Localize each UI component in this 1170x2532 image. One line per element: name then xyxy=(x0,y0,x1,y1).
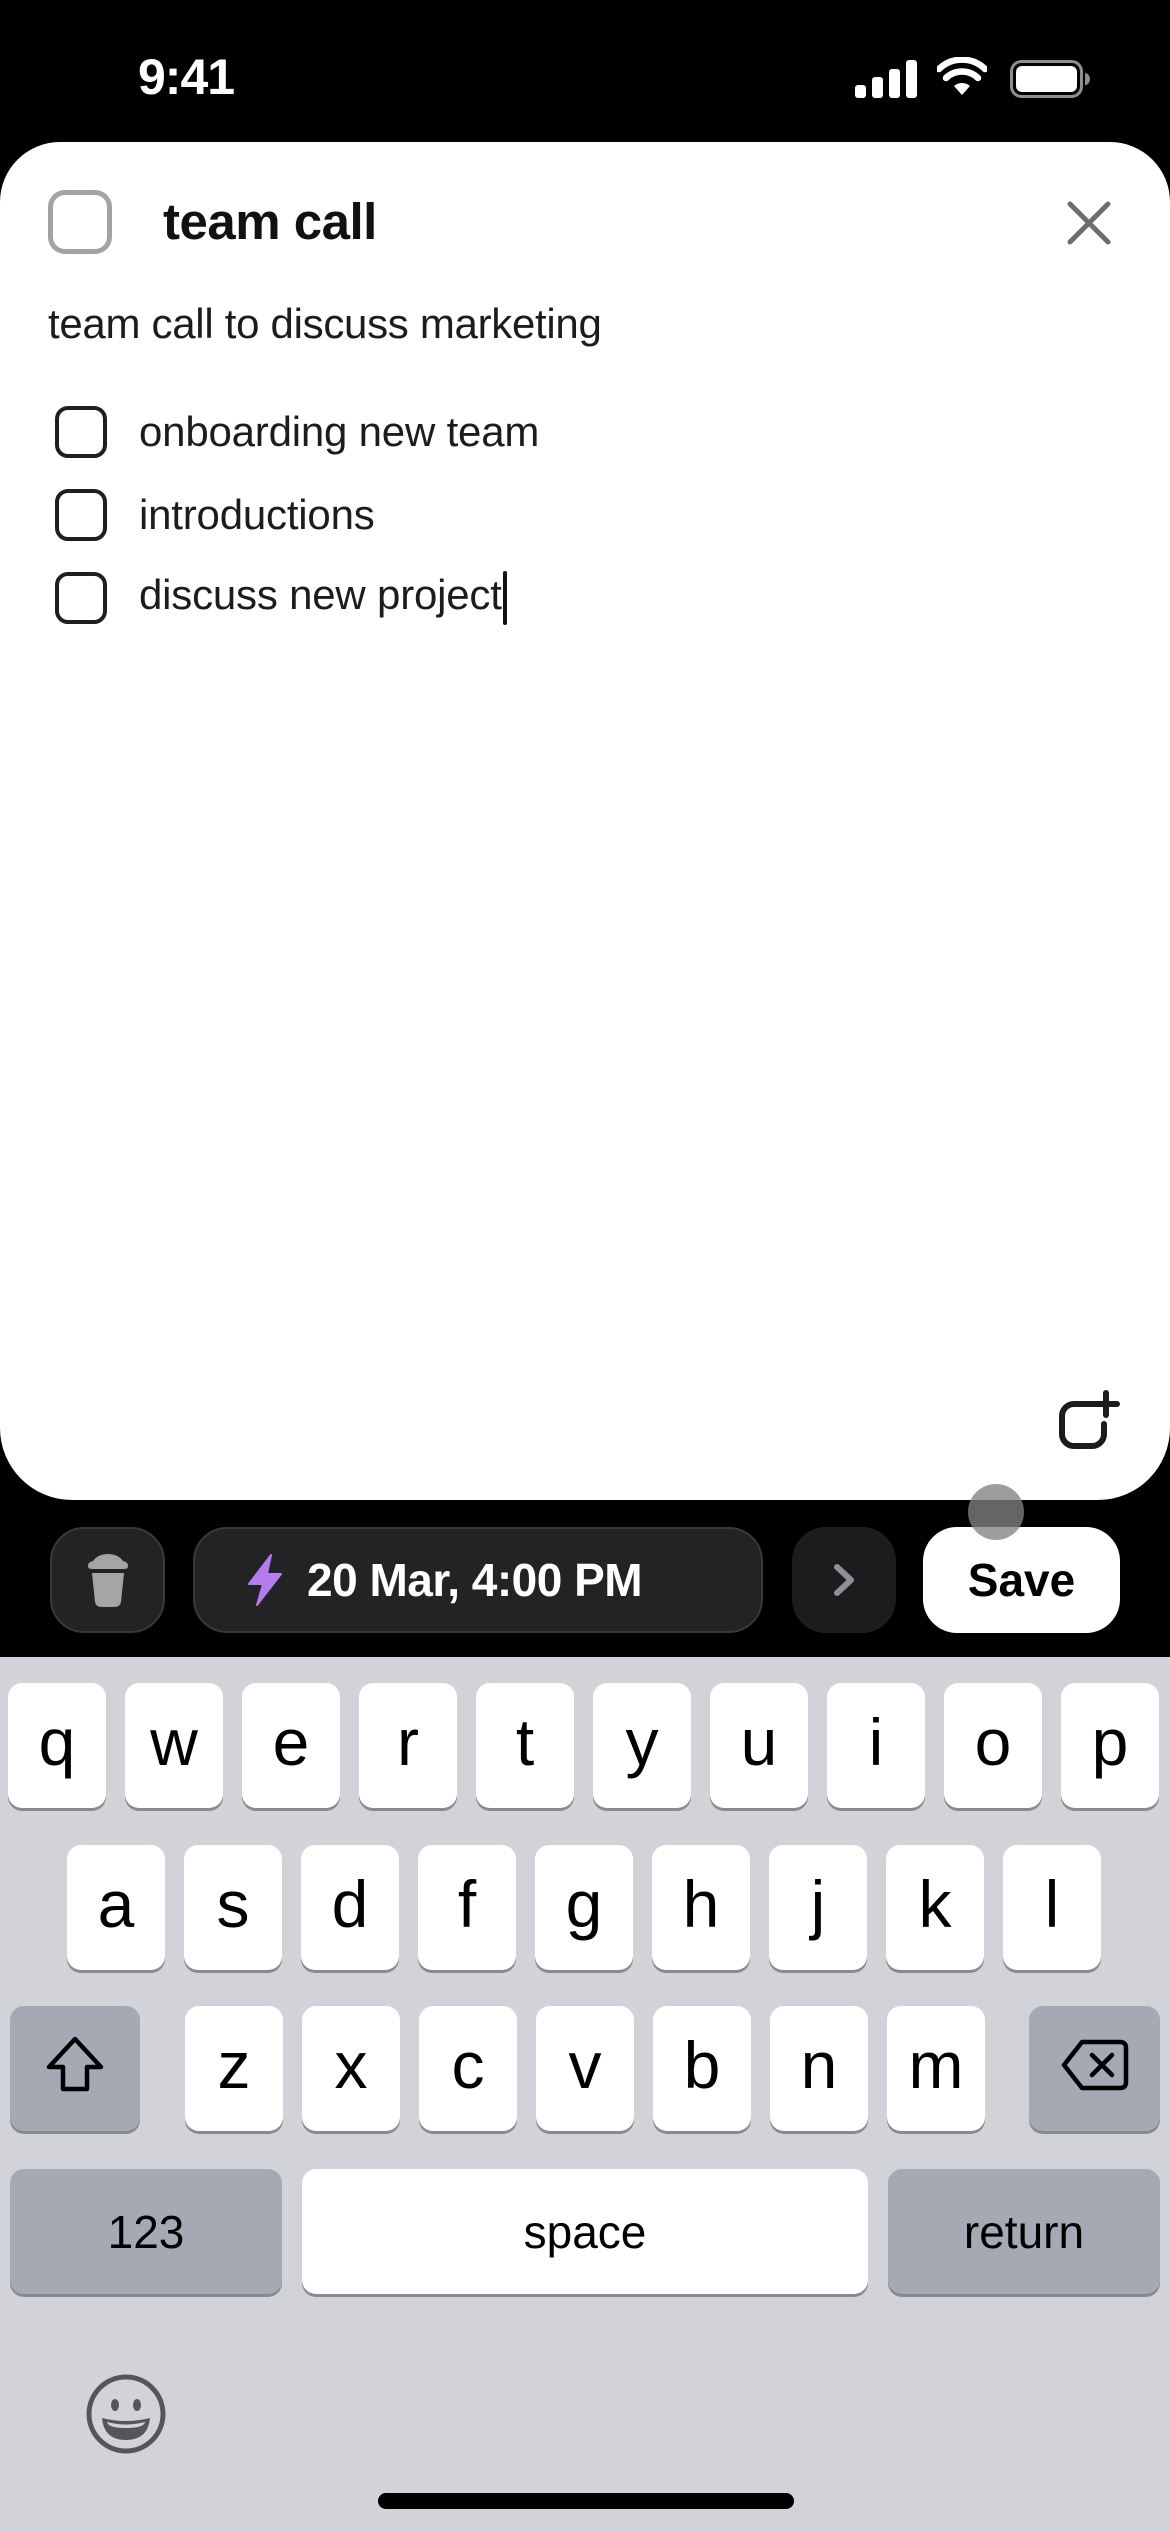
touch-indicator xyxy=(968,1484,1024,1540)
key-o[interactable]: o xyxy=(944,1683,1042,1808)
key-c[interactable]: c xyxy=(419,2006,517,2131)
text-cursor xyxy=(502,571,507,625)
key-g[interactable]: g xyxy=(535,1845,633,1970)
key-t[interactable]: t xyxy=(476,1683,574,1808)
next-button[interactable] xyxy=(792,1527,896,1633)
subtask-checkbox[interactable] xyxy=(55,489,107,541)
key-y[interactable]: y xyxy=(593,1683,691,1808)
key-z[interactable]: z xyxy=(185,2006,283,2131)
save-button[interactable]: Save xyxy=(923,1527,1120,1633)
lightning-bolt-icon xyxy=(248,1554,282,1606)
key-r[interactable]: r xyxy=(359,1683,457,1808)
key-k[interactable]: k xyxy=(886,1845,984,1970)
key-v[interactable]: v xyxy=(536,2006,634,2131)
task-description-input[interactable]: team call to discuss marketing xyxy=(48,300,602,348)
key-p[interactable]: p xyxy=(1061,1683,1159,1808)
subtask-label[interactable]: onboarding new team xyxy=(139,408,539,456)
home-indicator xyxy=(378,2493,794,2509)
subtask-item: onboarding new team xyxy=(55,402,539,462)
chevron-right-icon xyxy=(834,1564,854,1596)
cellular-signal-icon xyxy=(855,60,917,98)
subtask-label-text[interactable]: discuss new project xyxy=(139,571,502,618)
key-e[interactable]: e xyxy=(242,1683,340,1808)
space-key[interactable]: space xyxy=(302,2169,868,2294)
key-a[interactable]: a xyxy=(67,1845,165,1970)
key-w[interactable]: w xyxy=(125,1683,223,1808)
subtask-checkbox[interactable] xyxy=(55,406,107,458)
key-s[interactable]: s xyxy=(184,1845,282,1970)
due-date-label: 20 Mar, 4:00 PM xyxy=(307,1554,643,1606)
subtask-label[interactable]: introductions xyxy=(139,491,375,539)
key-d[interactable]: d xyxy=(301,1845,399,1970)
backspace-key[interactable] xyxy=(1029,2006,1160,2131)
return-key[interactable]: return xyxy=(888,2169,1160,2294)
delete-button[interactable] xyxy=(50,1527,165,1633)
trash-icon xyxy=(87,1554,128,1607)
due-date-button[interactable]: 20 Mar, 4:00 PM xyxy=(193,1527,763,1633)
key-h[interactable]: h xyxy=(652,1845,750,1970)
key-m[interactable]: m xyxy=(887,2006,985,2131)
key-b[interactable]: b xyxy=(653,2006,751,2131)
numbers-key[interactable]: 123 xyxy=(10,2169,282,2294)
backspace-icon xyxy=(1061,2039,1128,2090)
key-j[interactable]: j xyxy=(769,1845,867,1970)
subtask-item: introductions xyxy=(55,485,375,545)
shift-key[interactable] xyxy=(10,2006,140,2131)
key-n[interactable]: n xyxy=(770,2006,868,2131)
wifi-icon xyxy=(937,57,987,95)
subtask-item: discuss new project xyxy=(55,568,507,628)
key-f[interactable]: f xyxy=(418,1845,516,1970)
add-subtask-icon[interactable] xyxy=(1056,1390,1120,1452)
task-title-input[interactable]: team call xyxy=(163,192,377,251)
battery-icon xyxy=(1010,60,1090,98)
key-i[interactable]: i xyxy=(827,1683,925,1808)
key-q[interactable]: q xyxy=(8,1683,106,1808)
key-u[interactable]: u xyxy=(710,1683,808,1808)
close-icon[interactable] xyxy=(1064,198,1114,248)
key-l[interactable]: l xyxy=(1003,1845,1101,1970)
emoji-icon[interactable] xyxy=(84,2372,168,2456)
key-x[interactable]: x xyxy=(302,2006,400,2131)
shift-icon xyxy=(46,2036,104,2091)
subtask-label-editing[interactable]: discuss new project xyxy=(139,571,507,625)
status-time: 9:41 xyxy=(138,49,235,105)
subtask-checkbox[interactable] xyxy=(55,572,107,624)
task-complete-checkbox[interactable] xyxy=(48,190,112,254)
